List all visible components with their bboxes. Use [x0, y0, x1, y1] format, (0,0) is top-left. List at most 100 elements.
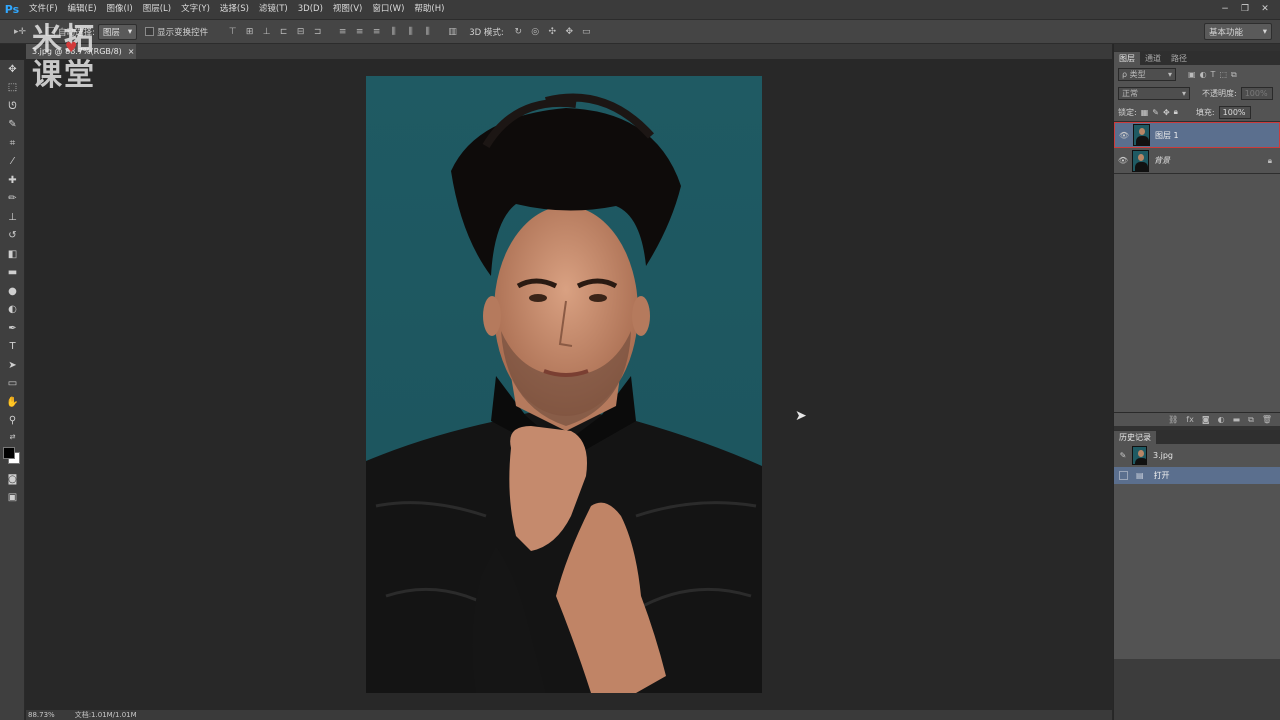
chevron-down-icon: ▾ — [1167, 70, 1172, 79]
layer-name[interactable]: 图层 1 — [1155, 130, 1179, 141]
lock-transparent-icon[interactable]: ▦ — [1141, 108, 1149, 117]
shape-tool-icon[interactable]: ▭ — [0, 375, 25, 394]
hand-tool-icon[interactable]: ✋ — [0, 393, 25, 412]
menu-layer[interactable]: 图层(L) — [138, 0, 176, 19]
swap-colors-icon[interactable]: ⇄ — [0, 430, 25, 444]
type-filter-icon[interactable]: T — [1211, 70, 1216, 79]
tab-close-icon[interactable]: × — [128, 47, 135, 56]
menu-image[interactable]: 图像(I) — [102, 0, 138, 19]
lock-pixels-icon[interactable]: ✎ — [1152, 108, 1159, 117]
distribute-right-icon[interactable]: ⫼ — [421, 25, 434, 38]
pen-tool-icon[interactable]: ✒ — [0, 319, 25, 338]
align-vcenter-icon[interactable]: ⊞ — [243, 25, 256, 38]
3d-roll-icon[interactable]: ◎ — [529, 25, 542, 38]
blur-tool-icon[interactable]: ● — [0, 282, 25, 301]
tab-paths[interactable]: 路径 — [1166, 52, 1192, 65]
quick-mask-icon[interactable]: ◙ — [0, 470, 25, 489]
type-tool-icon[interactable]: T — [0, 338, 25, 357]
eyedropper-tool-icon[interactable]: ⁄ — [0, 153, 25, 172]
align-hcenter-icon[interactable]: ⊟ — [294, 25, 307, 38]
restore-icon[interactable]: ❐ — [1236, 1, 1254, 16]
3d-drag-icon[interactable]: ✣ — [546, 25, 559, 38]
tab-channels[interactable]: 通道 — [1140, 52, 1166, 65]
fill-field[interactable]: 100% — [1218, 105, 1251, 119]
3d-scale-icon[interactable]: ▭ — [580, 25, 593, 38]
align-right-icon[interactable]: ⊐ — [311, 25, 324, 38]
3d-rotate-icon[interactable]: ↻ — [512, 25, 525, 38]
layer-row-layer1[interactable]: 👁︎ 图层 1 — [1114, 122, 1280, 148]
foreground-color-swatch[interactable] — [3, 447, 15, 459]
history-state-open[interactable]: ▤ 打开 — [1114, 467, 1280, 484]
screen-mode-icon[interactable]: ▣ — [0, 489, 25, 508]
show-transform-checkbox[interactable] — [145, 27, 155, 36]
zoom-level[interactable]: 88.73% — [28, 711, 55, 719]
menu-edit[interactable]: 编辑(E) — [63, 0, 102, 19]
shape-filter-icon[interactable]: ⬚ — [1219, 70, 1227, 79]
3d-slide-icon[interactable]: ✥ — [563, 25, 576, 38]
document-canvas-image[interactable] — [366, 76, 762, 693]
pixel-filter-icon[interactable]: ▣ — [1188, 70, 1196, 79]
path-select-tool-icon[interactable]: ➤ — [0, 356, 25, 375]
layer-lock-icon: 🔒︎ — [1267, 155, 1272, 165]
move-tool-icon[interactable]: ✥ — [0, 60, 25, 79]
lock-all-icon[interactable]: 🔒︎ — [1174, 107, 1178, 117]
stamp-tool-icon[interactable]: ⊥ — [0, 208, 25, 227]
menu-window[interactable]: 窗口(W) — [367, 0, 409, 19]
new-layer-icon[interactable]: ⧉ — [1248, 415, 1254, 425]
layer-row-background[interactable]: 👁︎ 背景 🔒︎ — [1114, 148, 1280, 174]
crop-tool-icon[interactable]: ⌗ — [0, 134, 25, 153]
marquee-tool-icon[interactable]: ⬚ — [0, 79, 25, 98]
distribute-left-icon[interactable]: ⫼ — [387, 25, 400, 38]
visibility-eye-icon[interactable]: 👁︎ — [1114, 156, 1132, 165]
distribute-top-icon[interactable]: ≡ — [336, 25, 349, 38]
layer-name[interactable]: 背景 — [1154, 155, 1268, 166]
healing-tool-icon[interactable]: ✚ — [0, 171, 25, 190]
move-tool-icon[interactable]: ▸✛ — [10, 25, 30, 38]
close-icon[interactable]: ✕ — [1256, 1, 1274, 16]
tab-layers[interactable]: 图层 — [1114, 52, 1140, 65]
adjustment-filter-icon[interactable]: ◐ — [1200, 70, 1207, 79]
history-brush-source-icon[interactable]: ✎ — [1114, 451, 1132, 460]
fx-icon[interactable]: fx — [1186, 415, 1194, 424]
menu-help[interactable]: 帮助(H) — [409, 0, 449, 19]
menu-select[interactable]: 选择(S) — [215, 0, 254, 19]
gradient-tool-icon[interactable]: ▬ — [0, 264, 25, 283]
dodge-tool-icon[interactable]: ◐ — [0, 301, 25, 320]
layer-filter-dropdown[interactable]: ρ 类型 ▾ — [1118, 68, 1176, 81]
history-checkbox[interactable] — [1114, 471, 1132, 480]
blend-mode-dropdown[interactable]: 正常 ▾ — [1118, 87, 1190, 100]
fill-value: 100% — [1222, 107, 1246, 117]
visibility-eye-icon[interactable]: 👁︎ — [1115, 131, 1133, 140]
tab-history[interactable]: 历史记录 — [1114, 431, 1156, 444]
auto-align-icon[interactable]: ▥ — [446, 25, 459, 38]
align-top-icon[interactable]: ⊤ — [226, 25, 239, 38]
show-transform-label: 显示变换控件 — [157, 27, 209, 38]
menu-3d[interactable]: 3D(D) — [293, 0, 328, 19]
eraser-tool-icon[interactable]: ◧ — [0, 245, 25, 264]
menu-type[interactable]: 文字(Y) — [176, 0, 215, 19]
history-brush-tool-icon[interactable]: ↺ — [0, 227, 25, 246]
folder-icon[interactable]: ▬ — [1233, 415, 1241, 424]
align-bottom-icon[interactable]: ⊥ — [260, 25, 273, 38]
link-icon[interactable]: ⛓ — [1168, 415, 1178, 424]
workspace-dropdown[interactable]: 基本功能 ▾ — [1204, 23, 1272, 40]
minimize-icon[interactable]: − — [1216, 1, 1234, 16]
zoom-tool-icon[interactable]: ⚲ — [0, 412, 25, 431]
mask-icon[interactable]: ◙ — [1202, 415, 1210, 424]
adjustment-icon[interactable]: ◐ — [1218, 415, 1225, 424]
lasso-tool-icon[interactable]: ᘎ — [0, 97, 25, 116]
opacity-field[interactable]: 100% — [1240, 87, 1273, 100]
lock-position-icon[interactable]: ✥ — [1163, 108, 1170, 117]
distribute-vcenter-icon[interactable]: ≡ — [353, 25, 366, 38]
smart-object-filter-icon[interactable]: ⧉ — [1231, 70, 1237, 80]
quick-select-tool-icon[interactable]: ✎ — [0, 116, 25, 135]
menu-view[interactable]: 视图(V) — [328, 0, 367, 19]
align-left-icon[interactable]: ⊏ — [277, 25, 290, 38]
menu-filter[interactable]: 滤镜(T) — [254, 0, 293, 19]
brush-tool-icon[interactable]: ✏ — [0, 190, 25, 209]
distribute-bottom-icon[interactable]: ≡ — [370, 25, 383, 38]
distribute-hcenter-icon[interactable]: ⫼ — [404, 25, 417, 38]
history-snapshot[interactable]: ✎ 3.jpg — [1114, 444, 1280, 467]
trash-icon[interactable]: 🗑︎ — [1262, 415, 1272, 424]
menu-file[interactable]: 文件(F) — [24, 0, 63, 19]
